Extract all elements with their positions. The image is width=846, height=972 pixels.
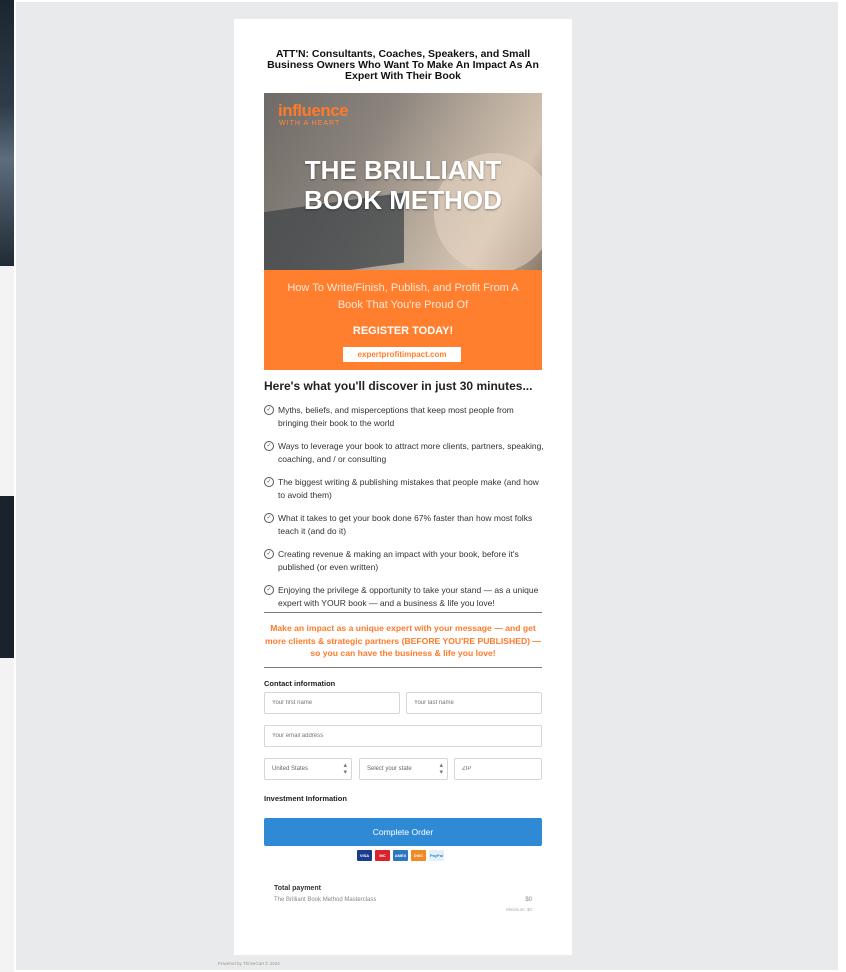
payment-cards: VISA MC AMEX DISC PayPal: [357, 850, 447, 862]
pitch-text: Make an impact as a unique expert with y…: [265, 623, 541, 658]
page-headline: ATT'N: Consultants, Coaches, Speakers, a…: [267, 48, 539, 82]
list-item-text: The biggest writing & publishing mistake…: [278, 477, 539, 500]
check-circle-icon: ✓: [264, 405, 274, 415]
summary-row: The Brilliant Book Method Masterclass $0: [274, 897, 532, 905]
discover-card-icon: DISC: [411, 850, 426, 861]
hero-title: THE BRILLIANT BOOK METHOD: [304, 155, 502, 215]
summary-note: Minimum: $0: [506, 907, 532, 912]
amex-card-icon: AMEX: [393, 850, 408, 861]
list-item: ✓ The biggest writing & publishing mistak…: [264, 476, 544, 501]
paypal-icon: PayPal: [429, 850, 444, 861]
state-select-value: Select your state: [367, 766, 412, 772]
list-item-text: Creating revenue & making an impact with…: [278, 549, 519, 572]
visa-card-icon: VISA: [357, 850, 372, 861]
list-item: ✓ Ways to leverage your book to attract m…: [264, 440, 544, 465]
hero-image: influence WITH A HEART THE BRILLIANT BOO…: [264, 93, 542, 270]
check-circle-icon: ✓: [264, 549, 274, 559]
zip-input[interactable]: [454, 758, 542, 780]
summary-item-name: The Brilliant Book Method Masterclass: [274, 897, 377, 903]
hero-banner: How To Write/Finish, Publish, and Profit…: [264, 270, 542, 370]
country-select-value: United States: [272, 766, 309, 772]
powered-by-footer: Powered by ThriveCart © 2024: [218, 961, 280, 966]
divider: [264, 612, 542, 613]
contact-heading: Contact information: [264, 679, 336, 688]
complete-order-button[interactable]: Complete Order: [264, 818, 542, 846]
check-circle-icon: ✓: [264, 441, 274, 451]
order-summary: Total payment The Brilliant Book Method …: [274, 885, 532, 912]
list-item-text: What it takes to get your book done 67% …: [278, 513, 533, 536]
check-circle-icon: ✓: [264, 477, 274, 487]
list-item-text: Ways to leverage your book to attract mo…: [278, 441, 544, 464]
list-item-text: Myths, beliefs, and misperceptions that …: [278, 405, 514, 428]
list-item: ✓ Enjoying the privilege & opportunity to…: [264, 584, 544, 609]
mastercard-icon: MC: [375, 850, 390, 861]
discover-heading: Here's what you'll discover in just 30 m…: [264, 379, 533, 393]
summary-item-price: $0: [525, 897, 532, 903]
list-item-text: Enjoying the privilege & opportunity to …: [278, 585, 539, 608]
last-name-input[interactable]: [406, 692, 542, 714]
list-item: ✓ Creating revenue & making an impact wit…: [264, 548, 544, 573]
background-thumbnail: [0, 496, 14, 658]
first-name-input[interactable]: [264, 692, 400, 714]
benefit-list: ✓ Myths, beliefs, and misperceptions that…: [264, 404, 544, 620]
checkout-stage: ATT'N: Consultants, Coaches, Speakers, a…: [16, 2, 838, 970]
brand-logo: influence: [278, 101, 349, 120]
list-item: ✓ Myths, beliefs, and misperceptions that…: [264, 404, 544, 429]
check-circle-icon: ✓: [264, 513, 274, 523]
state-select[interactable]: Select your state ▴ ▾: [359, 758, 448, 780]
list-item: ✓ What it takes to get your book done 67%…: [264, 512, 544, 537]
summary-title: Total payment: [274, 885, 321, 892]
checkout-page: ATT'N: Consultants, Coaches, Speakers, a…: [234, 19, 572, 955]
investment-heading: Investment Information: [264, 794, 347, 803]
check-circle-icon: ✓: [264, 585, 274, 595]
brand-logo-tagline: WITH A HEART: [279, 120, 341, 127]
country-select[interactable]: United States ▴ ▾: [264, 758, 352, 780]
divider: [264, 667, 542, 668]
website-url: expertprofitimpact.com: [343, 347, 461, 362]
hero-subtitle: How To Write/Finish, Publish, and Profit…: [287, 282, 519, 311]
select-arrows-icon: ▴ ▾: [343, 762, 347, 776]
email-input[interactable]: [264, 725, 542, 747]
select-arrows-icon: ▴ ▾: [439, 762, 443, 776]
background-thumbnail: [0, 0, 14, 266]
register-text: REGISTER TODAY!: [352, 325, 454, 337]
